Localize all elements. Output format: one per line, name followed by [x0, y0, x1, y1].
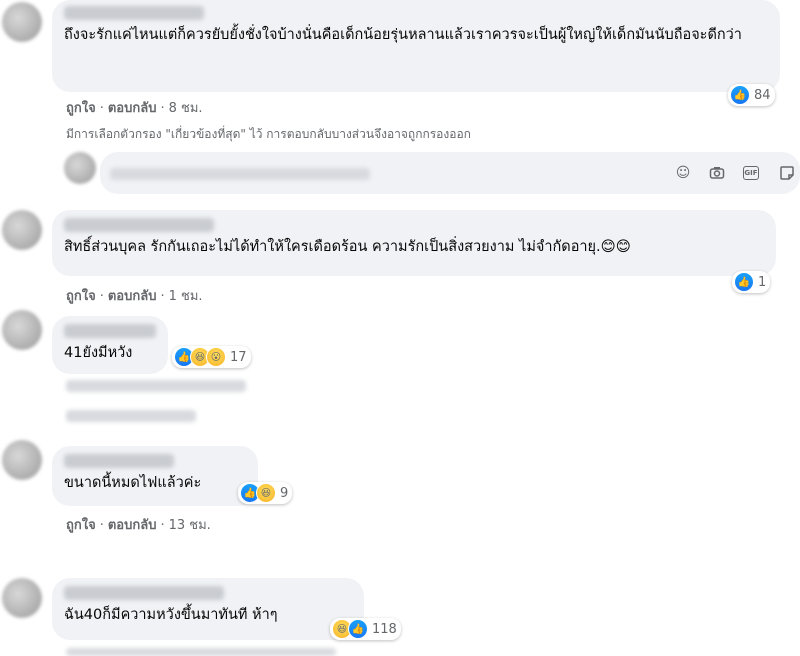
reaction-count: 17: [230, 349, 247, 365]
sticker-icon[interactable]: [778, 164, 796, 182]
reaction-summary[interactable]: 👍 84: [728, 84, 775, 106]
comment-actions-blurred: [66, 380, 246, 392]
comment-bubble: ฉัน40ก็มีความหวังขึ้นมาทันที ห้าๆ: [52, 578, 364, 640]
comment-composer[interactable]: ☺ GIF: [100, 152, 800, 194]
reaction-summary[interactable]: 👍 1: [732, 271, 771, 293]
reply-link[interactable]: ตอบกลับ: [108, 101, 157, 116]
commenter-avatar[interactable]: [2, 2, 42, 42]
reply-link[interactable]: ตอบกลับ: [108, 518, 157, 533]
composer-placeholder: [110, 168, 370, 180]
reaction-count: 84: [754, 87, 771, 103]
comment-actions-blurred: [66, 648, 336, 656]
reaction-count: 1: [758, 274, 767, 290]
commenter-avatar[interactable]: [2, 440, 42, 480]
comment-time[interactable]: 13 ชม.: [169, 518, 211, 533]
comment-author[interactable]: [64, 324, 156, 338]
like-reaction-icon: 👍: [348, 619, 368, 639]
comment-author[interactable]: [64, 6, 204, 20]
reply-link[interactable]: ตอบกลับ: [108, 289, 157, 304]
comment-actions: ถูกใจ · ตอบกลับ · 13 ชม.: [66, 518, 211, 533]
comment-actions: ถูกใจ · ตอบกลับ · 8 ชม.: [66, 101, 203, 116]
comment-time[interactable]: 1 ชม.: [169, 289, 203, 304]
comment-author[interactable]: [64, 454, 174, 468]
hidden-reply-blurred: [66, 410, 196, 422]
like-link[interactable]: ถูกใจ: [66, 101, 96, 116]
comment-bubble: สิทธิ์ส่วนบุคล รักกันเถอะไม่ได้ทำให้ใครเ…: [52, 210, 776, 276]
emoji-icon[interactable]: ☺: [674, 164, 692, 182]
commenter-avatar[interactable]: [2, 210, 42, 250]
like-link[interactable]: ถูกใจ: [66, 289, 96, 304]
comment-bubble: ถึงจะรักแค่ไหนแต่ก็ควรยับยั้งชั่งใจบ้างน…: [52, 0, 780, 92]
gif-icon[interactable]: GIF: [742, 164, 760, 182]
reaction-count: 118: [372, 621, 397, 637]
comment-text: ฉัน40ก็มีความหวังขึ้นมาทันที ห้าๆ: [64, 607, 278, 623]
like-link[interactable]: ถูกใจ: [66, 518, 96, 533]
comment-text: ถึงจะรักแค่ไหนแต่ก็ควรยับยั้งชั่งใจบ้างน…: [64, 27, 742, 43]
like-reaction-icon: 👍: [730, 85, 750, 105]
comment-time[interactable]: 8 ชม.: [169, 101, 203, 116]
comment-author[interactable]: [64, 218, 214, 232]
comment-bubble: ขนาดนี้หมดไฟแล้วค่ะ: [52, 446, 258, 506]
comment-actions: ถูกใจ · ตอบกลับ · 1 ชม.: [66, 289, 203, 304]
wow-reaction-icon: 😮: [206, 347, 226, 367]
like-reaction-icon: 👍: [734, 272, 754, 292]
comment-text: 41ยังมีหวัง: [64, 345, 133, 361]
commenter-avatar[interactable]: [2, 310, 42, 350]
comment-text: สิทธิ์ส่วนบุคล รักกันเถอะไม่ได้ทำให้ใครเ…: [64, 239, 631, 255]
haha-reaction-icon: 😆: [256, 483, 276, 503]
reaction-count: 9: [280, 485, 289, 501]
commenter-avatar[interactable]: [2, 578, 42, 618]
camera-icon[interactable]: [708, 164, 726, 182]
comment-bubble: 41ยังมีหวัง: [52, 316, 168, 374]
filter-notice: มีการเลือกตัวกรอง "เกี่ยวข้องที่สุด" ไว้…: [66, 127, 471, 141]
composer-avatar: [64, 152, 96, 184]
reaction-summary[interactable]: 👍 😆 9: [238, 482, 293, 504]
comment-text: ขนาดนี้หมดไฟแล้วค่ะ: [64, 475, 202, 491]
reaction-summary[interactable]: 😆 👍 118: [330, 618, 401, 640]
reaction-summary[interactable]: 👍 😆 😮 17: [172, 346, 251, 368]
comment-author[interactable]: [64, 586, 224, 600]
